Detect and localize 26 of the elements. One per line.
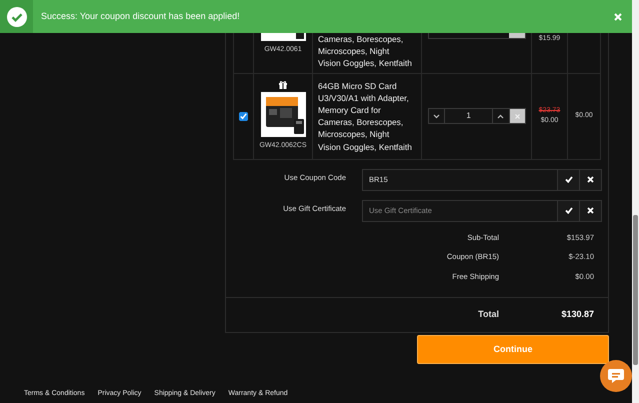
chat-icon xyxy=(607,368,625,384)
quantity-field[interactable]: 1 xyxy=(445,108,492,124)
close-icon xyxy=(587,207,594,214)
product-name[interactable]: 64GB Micro SD Card U3/V30/A1 with Adapter, Memory Card for Cameras, Borescopes, Microscopes, Night Vision Goggles, Kentfaith xyxy=(313,80,421,153)
total-label: Total xyxy=(477,308,499,322)
alert-message: Success: Your coupon discount has been applied! xyxy=(41,10,240,23)
apply-button[interactable] xyxy=(558,200,580,222)
close-icon xyxy=(587,176,594,184)
total-value: $130.87 xyxy=(560,308,594,322)
apply-button[interactable] xyxy=(558,168,580,191)
chat-button[interactable] xyxy=(600,360,632,392)
clear-button[interactable] xyxy=(580,168,602,191)
row-checkbox[interactable] xyxy=(239,112,248,121)
check-circle-icon xyxy=(6,6,26,26)
chevron-down-icon xyxy=(432,114,440,119)
close-icon[interactable] xyxy=(614,12,622,20)
check-icon xyxy=(564,176,572,184)
chevron-up-icon xyxy=(497,114,504,119)
increase-button[interactable] xyxy=(492,108,510,124)
remove-button[interactable] xyxy=(510,108,526,124)
decrease-button[interactable] xyxy=(428,108,446,124)
product-name[interactable]: Cameras, Borescopes, Microscopes, Night Vision Goggles, Kentfaith xyxy=(313,33,422,73)
close-icon xyxy=(514,114,520,119)
check-icon xyxy=(564,207,572,214)
clear-button[interactable] xyxy=(580,200,602,222)
scrollbar[interactable] xyxy=(632,0,639,403)
